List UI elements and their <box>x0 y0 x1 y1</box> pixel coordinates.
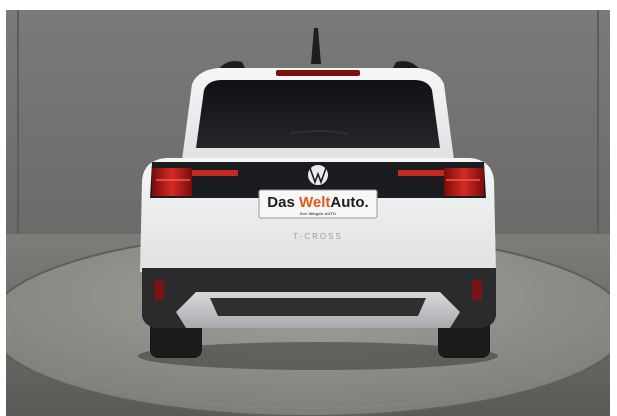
car-photo: Das WeltAuto. Ihre Wiegele AUTO T-CROSS <box>6 10 610 416</box>
plate-brand-left: Das <box>267 194 299 211</box>
plate-brand: Das WeltAuto. <box>267 194 368 211</box>
rear-window <box>196 80 440 148</box>
screenshot-frame: Das WeltAuto. Ihre Wiegele AUTO T-CROSS <box>0 0 617 416</box>
bumper-reflector-left <box>154 280 164 300</box>
model-badge: T-CROSS <box>293 232 343 241</box>
tail-light-left <box>152 168 192 196</box>
plate-brand-right: Auto. <box>330 194 368 211</box>
skid-plate-insert <box>210 298 426 316</box>
tail-light-right <box>444 168 484 196</box>
car-photo-drawing: Das WeltAuto. Ihre Wiegele AUTO T-CROSS <box>6 10 610 416</box>
plate-brand-mid: Welt <box>299 194 330 211</box>
tail-light-strip-left <box>192 170 238 176</box>
bumper-reflector-right <box>472 280 482 300</box>
plate-dealer-line: Ihre Wiegele AUTO <box>300 211 336 216</box>
tail-light-strip-right <box>398 170 444 176</box>
third-brake-light <box>276 70 360 76</box>
